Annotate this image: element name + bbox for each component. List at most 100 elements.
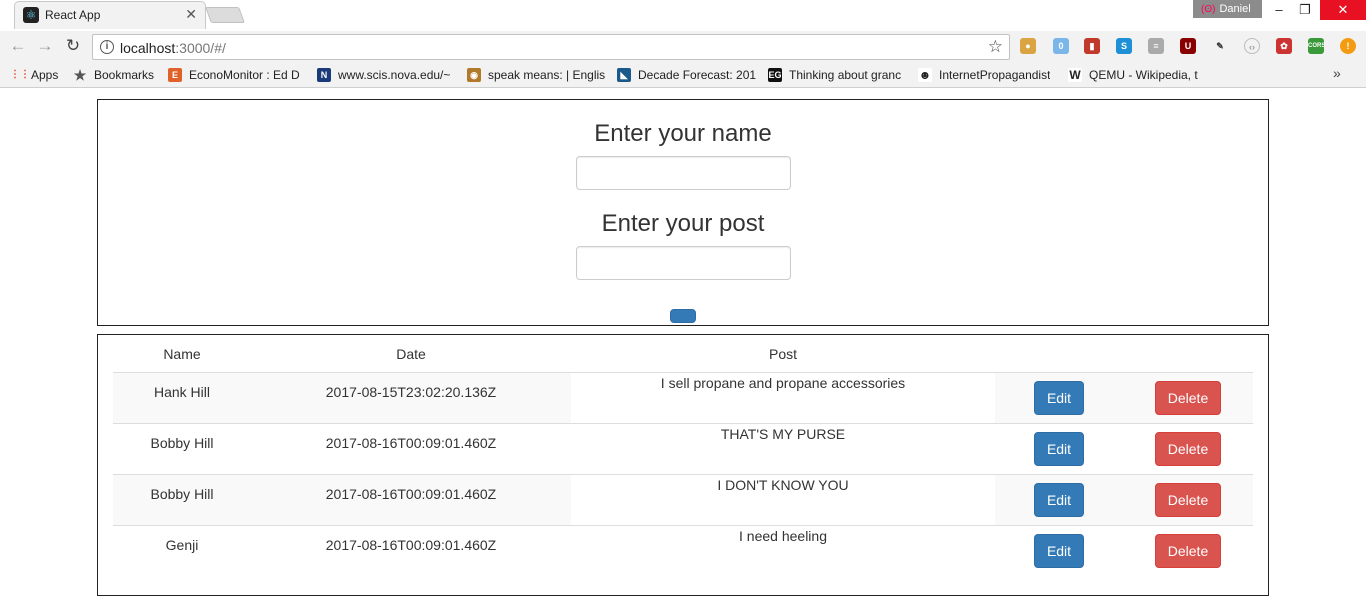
ghost-extension-icon[interactable]: 0 xyxy=(1053,38,1069,54)
bookmark-label: InternetPropagandist xyxy=(939,68,1051,82)
table-row: Bobby Hill 2017-08-16T00:09:01.460Z I DON'… xyxy=(113,473,1253,525)
ublock-extension-icon[interactable]: U xyxy=(1180,38,1196,54)
edit-cell: Edit xyxy=(995,524,1123,576)
edit-button[interactable]: Edit xyxy=(1033,380,1085,415)
reload-icon[interactable]: ↻ xyxy=(63,36,83,56)
nova-icon: N xyxy=(317,68,331,82)
delete-button[interactable]: Delete xyxy=(1154,482,1222,517)
post-author: Genji xyxy=(113,524,251,576)
alert-extension-icon[interactable]: ! xyxy=(1340,38,1356,54)
code-extension-icon[interactable]: ‹› xyxy=(1244,38,1260,54)
browser-tab[interactable]: ⚛ React App ✕ xyxy=(14,1,206,29)
bookmarks-bar: » ⋮⋮ Apps ★ Bookmarks E EconoMonitor : Ed D Nw… xyxy=(0,62,1366,88)
name-input[interactable] xyxy=(576,156,791,190)
column-header-edit xyxy=(995,335,1123,373)
book-extension-icon[interactable]: ▮ xyxy=(1084,38,1100,54)
cookie-extension-icon[interactable]: ● xyxy=(1020,38,1036,54)
reddit-icon: ☻ xyxy=(918,68,932,82)
forward-arrow-icon[interactable]: → xyxy=(35,36,55,56)
post-text: THAT'S MY PURSE xyxy=(571,422,995,474)
bookmark-label: Apps xyxy=(31,68,59,82)
post-heading: Enter your post xyxy=(601,210,765,237)
tab-title: React App xyxy=(45,8,101,22)
bookmark-item[interactable]: ☻ InternetPropagandist xyxy=(918,67,1058,83)
delete-cell: Delete xyxy=(1123,524,1253,576)
edit-cell: Edit xyxy=(995,473,1123,525)
post-form: Enter your name Enter your post xyxy=(97,99,1269,326)
eg-icon: EG xyxy=(768,68,782,82)
profile-name: Daniel xyxy=(1219,3,1251,15)
posts-panel: Name Date Post Hank Hill 2017-08-15T23:02… xyxy=(97,334,1269,596)
eyedropper-extension-icon[interactable]: ✎ xyxy=(1212,38,1228,54)
column-header-post: Post xyxy=(571,335,995,373)
edit-cell: Edit xyxy=(995,372,1123,423)
bookmark-item[interactable]: Nwww.scis.nova.edu/~ xyxy=(317,67,457,83)
post-text: I sell propane and propane accessories xyxy=(660,374,906,391)
post-date: 2017-08-15T23:02:20.136Z xyxy=(251,372,571,423)
submit-button[interactable] xyxy=(670,309,696,323)
bookmark-label: Decade Forecast: 201 xyxy=(638,68,757,82)
post-date: 2017-08-16T00:09:01.460Z xyxy=(251,422,571,474)
edit-cell: Edit xyxy=(995,422,1123,474)
info-icon[interactable]: i xyxy=(100,40,114,54)
delete-cell: Delete xyxy=(1123,473,1253,525)
bookmark-label: www.scis.nova.edu/~ xyxy=(338,68,451,82)
post-date: 2017-08-16T00:09:01.460Z xyxy=(251,473,571,525)
address-bar[interactable]: i localhost:3000/#/ ☆ xyxy=(92,34,1010,60)
post-text: I DON'T KNOW YOU xyxy=(571,473,995,525)
speak-icon: ◉ xyxy=(467,68,481,82)
bookmark-label: speak means: | Englis xyxy=(488,68,606,82)
edit-button[interactable]: Edit xyxy=(1033,482,1085,517)
back-arrow-icon[interactable]: ← xyxy=(8,36,28,56)
post-author: Bobby Hill xyxy=(113,473,251,525)
window-close-button[interactable]: ✕ xyxy=(1320,0,1366,20)
more-bookmarks-icon[interactable]: » xyxy=(1333,65,1341,81)
wikipedia-icon: W xyxy=(1068,68,1082,82)
table-row: Bobby Hill 2017-08-16T00:09:01.460Z THAT'S… xyxy=(113,422,1253,474)
bookmark-item[interactable]: EG Thinking about granc xyxy=(768,67,908,83)
edit-button[interactable]: Edit xyxy=(1033,533,1085,568)
delete-button[interactable]: Delete xyxy=(1154,533,1222,568)
cors-extension-icon[interactable]: CORS xyxy=(1308,38,1325,54)
delete-cell: Delete xyxy=(1123,422,1253,474)
new-tab-button[interactable] xyxy=(205,7,245,23)
bookmark-item[interactable]: W QEMU - Wikipedia, th xyxy=(1068,67,1198,83)
column-header-date: Date xyxy=(251,335,571,373)
table-header-row: Name Date Post xyxy=(113,335,1253,373)
column-header-delete xyxy=(1123,335,1253,373)
post-author: Bobby Hill xyxy=(113,422,251,474)
bookmark-item[interactable]: ◉ speak means: | Englis xyxy=(467,67,607,83)
post-input[interactable] xyxy=(576,246,791,280)
column-header-name: Name xyxy=(113,335,251,373)
post-date: 2017-08-16T00:09:01.460Z xyxy=(251,524,571,576)
bookmark-label: EconoMonitor : Ed D xyxy=(189,68,300,82)
url-text: localhost:3000/#/ xyxy=(120,40,226,56)
economonitor-icon: E xyxy=(168,68,182,82)
tab-close-icon[interactable]: ✕ xyxy=(185,6,197,23)
profile-icon: (ʘ) xyxy=(1201,4,1216,15)
bookmark-item[interactable]: ◣ Decade Forecast: 201 xyxy=(617,67,757,83)
delete-button[interactable]: Delete xyxy=(1154,380,1222,415)
delete-cell: Delete xyxy=(1123,372,1253,423)
name-heading: Enter your name xyxy=(594,120,772,147)
browser-titlebar: ⚛ React App ✕ (ʘ) Daniel – ❐ ✕ xyxy=(0,0,1366,31)
ladybug-extension-icon[interactable]: ✿ xyxy=(1276,38,1292,54)
bookmark-item[interactable]: ★ Bookmarks xyxy=(73,67,158,83)
profile-button[interactable]: (ʘ) Daniel xyxy=(1193,0,1262,18)
bookmark-item[interactable]: E EconoMonitor : Ed D xyxy=(168,67,308,83)
edit-button[interactable]: Edit xyxy=(1033,431,1085,466)
bookmark-star-icon[interactable]: ☆ xyxy=(988,37,1003,57)
apps-grid-icon: ⋮⋮ xyxy=(10,69,30,80)
table-row: Hank Hill 2017-08-15T23:02:20.136Z I sell … xyxy=(113,372,1253,423)
rss-extension-icon[interactable]: ≡ xyxy=(1148,38,1164,54)
bookmark-item[interactable]: ⋮⋮ Apps xyxy=(10,67,65,83)
restore-button[interactable]: ❐ xyxy=(1290,0,1320,20)
star-icon: ★ xyxy=(73,67,87,83)
table-row: Genji 2017-08-16T00:09:01.460Z I need heel… xyxy=(113,524,1253,576)
bookmark-label: QEMU - Wikipedia, th xyxy=(1089,68,1198,82)
posts-table: Name Date Post Hank Hill 2017-08-15T23:02… xyxy=(113,335,1253,576)
post-author: Hank Hill xyxy=(113,372,251,423)
browser-toolbar: ← → ↻ i localhost:3000/#/ ☆ ● 0 ▮ S ≡ U … xyxy=(0,31,1366,62)
s-extension-icon[interactable]: S xyxy=(1116,38,1132,54)
delete-button[interactable]: Delete xyxy=(1154,431,1222,466)
